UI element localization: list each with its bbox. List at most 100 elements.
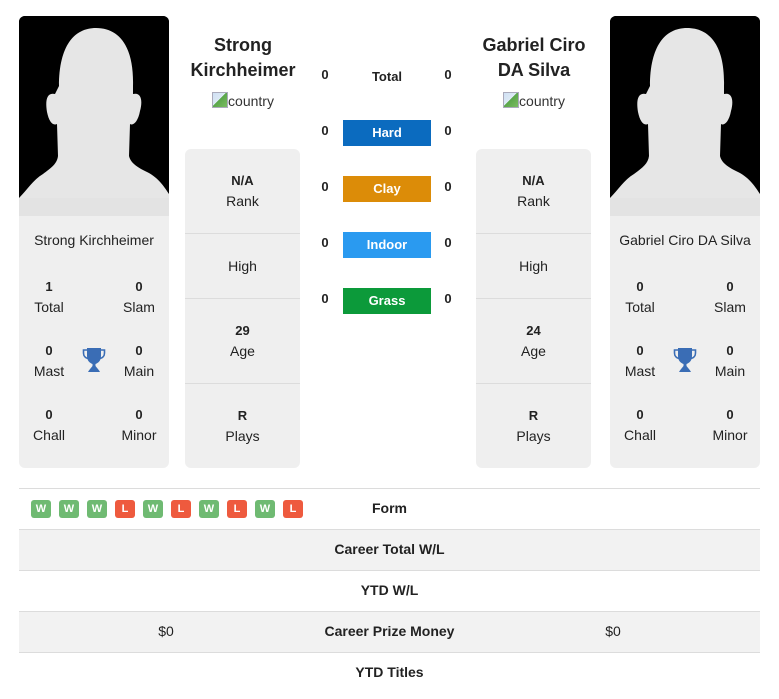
player1-card: Strong Kirchheimer 1 Total 0 Slam 0 Mast… — [19, 16, 169, 468]
h2h-indoor-p1: 0 — [321, 235, 329, 250]
player1-plays: R Plays — [185, 384, 300, 468]
stat-value: 0 — [636, 407, 644, 422]
h2h-total-label: Total — [371, 69, 403, 84]
stat-value: 0 — [726, 343, 734, 358]
player2-flag: country — [459, 92, 609, 109]
ytd-titles-row: YTD Titles — [19, 652, 760, 693]
info-value: N/A — [522, 173, 545, 188]
player2-mast-titles: 0 Mast — [610, 341, 670, 381]
info-label: Age — [230, 343, 255, 359]
info-label: Rank — [226, 193, 259, 209]
player-silhouette-icon — [610, 16, 760, 216]
stat-label: Mast — [624, 363, 656, 379]
info-value: R — [237, 408, 248, 423]
flag-alt-text: country — [519, 93, 565, 109]
stat-value: 0 — [135, 343, 143, 358]
ytd-wl-label: YTD W/L — [360, 582, 419, 598]
player1-age: 29 Age — [185, 299, 300, 384]
info-value: R — [528, 408, 539, 423]
player2-main-titles: 0 Main — [700, 341, 760, 381]
player2-high: High — [476, 234, 591, 299]
stat-label: Main — [123, 363, 155, 379]
stat-value: 0 — [45, 407, 53, 422]
info-label: Rank — [517, 193, 550, 209]
player2-total-titles: 0 Total — [610, 277, 670, 317]
player1-high: High — [185, 234, 300, 299]
player-silhouette-icon — [19, 16, 169, 216]
stat-value: 1 — [45, 279, 53, 294]
player1-name-line1: Strong — [214, 35, 272, 55]
player2-photo — [610, 16, 760, 216]
info-value: N/A — [231, 173, 254, 188]
player1-card-name: Strong Kirchheimer — [34, 232, 154, 248]
surface-hard: Hard — [343, 120, 431, 146]
trophy-icon — [82, 347, 106, 373]
form-label: Form — [372, 500, 407, 516]
player1-rank: N/A Rank — [185, 149, 300, 234]
stat-label: Mast — [33, 363, 65, 379]
player1-slam-titles: 0 Slam — [109, 277, 169, 317]
stat-label: Chall — [33, 427, 65, 443]
trophy-icon — [673, 347, 697, 373]
info-label: High — [519, 258, 548, 274]
h2h-grass-p1: 0 — [321, 291, 329, 306]
stat-value: 0 — [636, 279, 644, 294]
stat-value: 0 — [726, 407, 734, 422]
info-label: Plays — [225, 428, 260, 444]
h2h-indoor-p2: 0 — [444, 235, 452, 250]
h2h-total-p2: 0 — [444, 67, 452, 82]
player1-mast-titles: 0 Mast — [19, 341, 79, 381]
info-value: 24 — [526, 323, 541, 338]
stat-label: Total — [625, 299, 655, 315]
stat-label: Slam — [123, 299, 155, 315]
player2-name[interactable]: Gabriel Ciro DA Silva — [459, 33, 609, 83]
ytd-wl-row: YTD W/L — [19, 570, 760, 611]
career-total-wl-row: Career Total W/L — [19, 529, 760, 570]
surface-clay: Clay — [343, 176, 431, 202]
player2-info: N/A Rank High 24 Age R Plays — [476, 149, 591, 468]
player2-age: 24 Age — [476, 299, 591, 384]
stat-value: 0 — [636, 343, 644, 358]
flag-alt-text: country — [228, 93, 274, 109]
h2h-grass-p2: 0 — [444, 291, 452, 306]
stat-label: Minor — [712, 427, 748, 443]
stat-label: Main — [714, 363, 746, 379]
player2-prize-money: $0 — [605, 623, 621, 639]
h2h-clay-p1: 0 — [321, 179, 329, 194]
surface-grass: Grass — [343, 288, 431, 314]
stat-value: 0 — [135, 279, 143, 294]
player1-total-titles: 1 Total — [19, 277, 79, 317]
player1-photo — [19, 16, 169, 216]
player2-name-line2: DA Silva — [497, 60, 571, 80]
form-row: WWWLWLWLWL Form — [19, 488, 760, 529]
player2-slam-titles: 0 Slam — [700, 277, 760, 317]
stat-label: Slam — [714, 299, 746, 315]
h2h-hard-p1: 0 — [321, 123, 329, 138]
stat-label: Chall — [624, 427, 656, 443]
player1-name[interactable]: Strong Kirchheimer — [168, 33, 318, 83]
h2h-hard-p2: 0 — [444, 123, 452, 138]
info-value: 29 — [235, 323, 250, 338]
career-total-wl-label: Career Total W/L — [334, 541, 445, 557]
player2-plays: R Plays — [476, 384, 591, 468]
career-prize-money-row: $0 Career Prize Money $0 — [19, 611, 760, 652]
info-label: Age — [521, 343, 546, 359]
info-label: Plays — [516, 428, 551, 444]
player2-rank: N/A Rank — [476, 149, 591, 234]
stat-label: Minor — [121, 427, 157, 443]
stat-value: 0 — [726, 279, 734, 294]
player1-name-line2: Kirchheimer — [190, 60, 296, 80]
stat-label: Total — [34, 299, 64, 315]
surface-indoor: Indoor — [343, 232, 431, 258]
stat-value: 0 — [45, 343, 53, 358]
player1-minor-titles: 0 Minor — [109, 405, 169, 445]
broken-image-icon — [503, 92, 520, 108]
player1-chall-titles: 0 Chall — [19, 405, 79, 445]
info-label: High — [228, 258, 257, 274]
stat-value: 0 — [135, 407, 143, 422]
player2-card-name: Gabriel Ciro DA Silva — [619, 232, 751, 248]
broken-image-icon — [212, 92, 229, 108]
h2h-total-p1: 0 — [321, 67, 329, 82]
h2h-clay-p2: 0 — [444, 179, 452, 194]
player2-chall-titles: 0 Chall — [610, 405, 670, 445]
